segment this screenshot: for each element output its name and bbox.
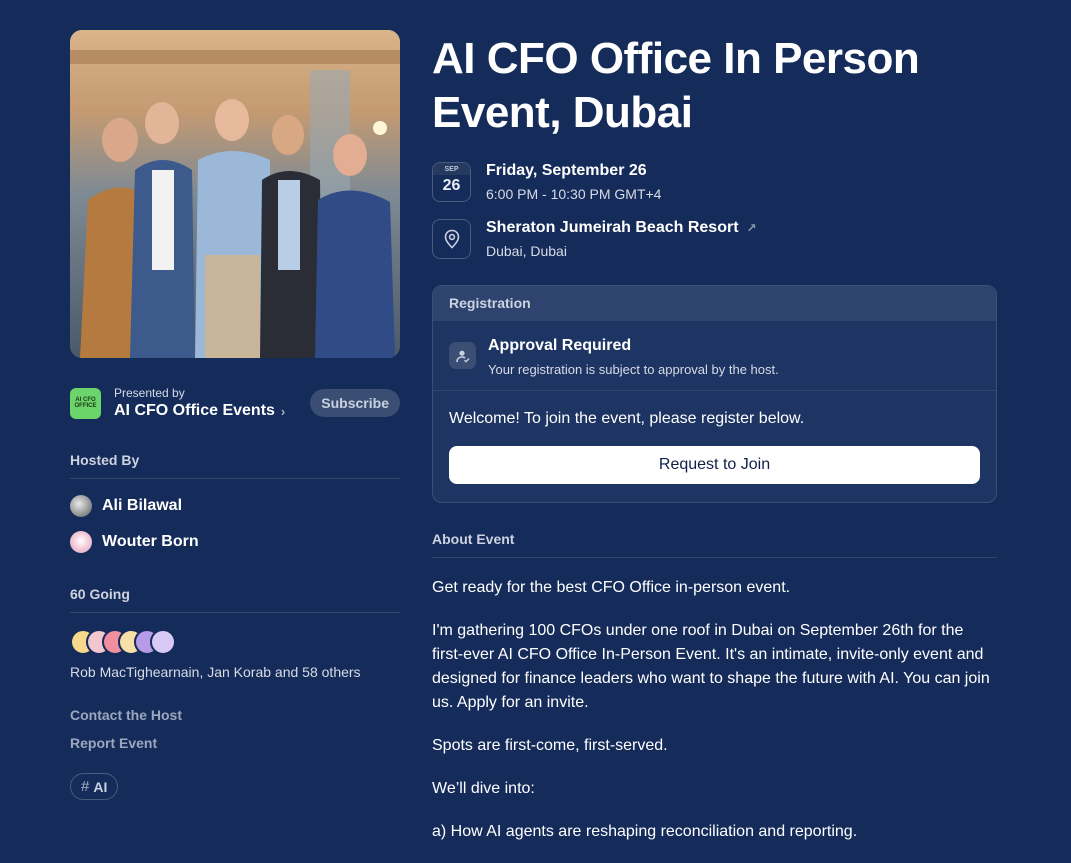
attendee-names[interactable]: Rob MacTighearnain, Jan Korab and 58 oth… [70, 664, 400, 680]
about-paragraph: Get ready for the best CFO Office in-per… [432, 579, 791, 596]
calendar-icon: SEP 26 [432, 162, 471, 202]
calendar-day: 26 [442, 177, 461, 194]
org-logo-text: AI CFO OFFICE [74, 397, 97, 409]
event-cover-photo [70, 30, 400, 358]
person-check-icon [449, 342, 476, 369]
presenter-text: Presented by AI CFO Office Events › [114, 386, 310, 420]
host-item[interactable]: Wouter Born [70, 531, 400, 553]
host-item[interactable]: Ali Bilawal [70, 495, 400, 517]
registration-card: Registration Approval Required Your regi… [432, 285, 997, 503]
avatar [70, 531, 92, 553]
location-row[interactable]: Sheraton Jumeirah Beach Resort ↗ Dubai, … [432, 219, 997, 259]
subscribe-button[interactable]: Subscribe [310, 389, 400, 417]
presented-by-label: Presented by [114, 386, 185, 400]
calendar-month: SEP [433, 163, 470, 175]
venue-name: Sheraton Jumeirah Beach Resort [486, 219, 739, 236]
arrow-up-right-icon: ↗ [746, 221, 757, 235]
approval-text: Approval Required Your registration is s… [488, 337, 779, 390]
org-logo[interactable]: AI CFO OFFICE [70, 387, 101, 419]
about-paragraph: Spots are first-come, first-served. [432, 737, 668, 754]
about-paragraph: I'm gathering 100 CFOs under one roof in… [432, 622, 990, 711]
date-row[interactable]: SEP 26 Friday, September 26 6:00 PM - 10… [432, 162, 997, 202]
about-paragraph: We’ll dive into: [432, 780, 535, 797]
date-text: Friday, September 26 6:00 PM - 10:30 PM … [486, 162, 661, 202]
about-event-heading: About Event [432, 531, 997, 558]
avatar [70, 495, 92, 517]
host-name: Wouter Born [102, 533, 199, 550]
attendee-avatars[interactable] [70, 629, 400, 655]
venue-link[interactable]: Sheraton Jumeirah Beach Resort ↗ [486, 219, 757, 237]
map-pin-glyph [444, 229, 459, 249]
venue-city: Dubai, Dubai [486, 243, 567, 259]
right-column: AI CFO Office In Person Event, Dubai SEP… [432, 32, 997, 863]
hosted-by-heading: Hosted By [70, 452, 400, 479]
about-event-body: Get ready for the best CFO Office in-per… [432, 576, 997, 844]
event-title: AI CFO Office In Person Event, Dubai [432, 34, 920, 137]
left-column: AI CFO OFFICE Presented by AI CFO Office… [70, 30, 400, 800]
event-date: Friday, September 26 [486, 162, 647, 179]
approval-notice: Approval Required Your registration is s… [433, 321, 996, 391]
hash-icon: # [81, 778, 90, 795]
event-time: 6:00 PM - 10:30 PM GMT+4 [486, 186, 662, 202]
approval-title: Approval Required [488, 337, 632, 354]
contact-host-link[interactable]: Contact the Host [70, 707, 400, 723]
map-pin-icon [432, 219, 471, 259]
presenter-row: AI CFO OFFICE Presented by AI CFO Office… [70, 386, 400, 420]
welcome-message: Welcome! To join the event, please regis… [449, 410, 805, 427]
org-name-link[interactable]: AI CFO Office Events › [114, 402, 310, 420]
going-count-heading: 60 Going [70, 586, 400, 613]
person-check-glyph [455, 350, 469, 363]
host-name: Ali Bilawal [102, 497, 183, 514]
registration-heading: Registration [433, 286, 996, 321]
report-event-link[interactable]: Report Event [70, 735, 400, 751]
chevron-right-icon: › [280, 403, 286, 419]
org-name: AI CFO Office Events [114, 402, 275, 419]
location-text: Sheraton Jumeirah Beach Resort ↗ Dubai, … [486, 219, 757, 259]
tag-label: AI [93, 778, 108, 795]
avatar [150, 629, 176, 655]
tag-ai[interactable]: # AI [70, 773, 119, 800]
request-to-join-button[interactable]: Request to Join [449, 446, 980, 484]
group-photo-illustration [70, 30, 400, 358]
about-paragraph: a) How AI agents are reshaping reconcili… [432, 823, 858, 840]
approval-subtitle: Your registration is subject to approval… [488, 362, 779, 377]
